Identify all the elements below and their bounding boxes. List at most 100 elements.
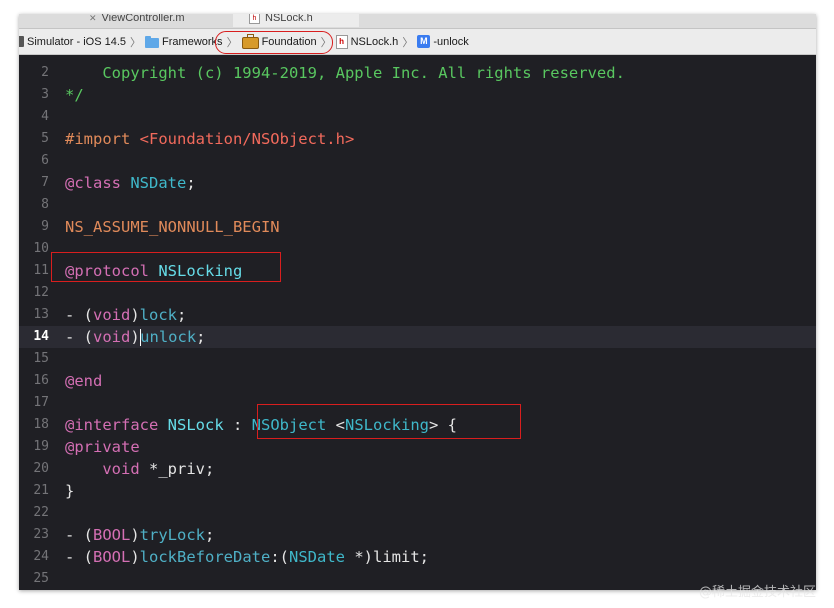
line-number: 22 <box>33 505 49 520</box>
breadcrumb-simulator[interactable]: Simulator - iOS 14.5 <box>19 32 127 52</box>
close-icon[interactable]: ✕ <box>89 14 97 24</box>
code-token: */ <box>65 86 84 104</box>
line-number: 8 <box>41 197 49 212</box>
header-file-icon: h <box>335 34 348 49</box>
code-token: NSDate <box>289 548 345 566</box>
code-line[interactable]: 24 - (BOOL)lockBeforeDate:(NSDate *)limit… <box>19 546 816 568</box>
editor-tab-bar: ✕ ViewController.m h NSLock.h <box>19 14 816 29</box>
line-number: 10 <box>33 241 49 256</box>
code-token: : <box>223 416 252 434</box>
line-number: 20 <box>33 461 49 476</box>
code-line[interactable]: 15 <box>19 348 816 370</box>
jump-bar: Simulator - iOS 14.5 〉 Frameworks 〉 Foun… <box>19 29 816 55</box>
code-token: void <box>93 306 131 324</box>
line-number: 12 <box>33 285 49 300</box>
line-number: 7 <box>41 175 49 190</box>
code-token: @protocol <box>65 262 149 280</box>
code-line[interactable]: 14 - (void)unlock; <box>19 326 816 348</box>
code-line[interactable]: 2 Copyright (c) 1994-2019, Apple Inc. Al… <box>19 62 816 84</box>
code-token: void <box>102 460 140 478</box>
code-line[interactable]: 4 <box>19 106 816 128</box>
code-token: @end <box>65 372 103 390</box>
line-number: 9 <box>41 219 49 234</box>
breadcrumb-label: Frameworks <box>162 35 223 48</box>
code-token: lock <box>139 306 177 324</box>
code-line[interactable]: 16 @end <box>19 370 816 392</box>
code-line[interactable]: 13 - (void)lock; <box>19 304 816 326</box>
code-token: :( <box>270 548 289 566</box>
code-line[interactable]: 3 */ <box>19 84 816 106</box>
source-editor[interactable]: 2 Copyright (c) 1994-2019, Apple Inc. Al… <box>19 55 816 590</box>
line-number: 5 <box>41 131 49 146</box>
code-line[interactable]: 18 @interface NSLock : NSObject <NSLockin… <box>19 414 816 436</box>
code-line[interactable]: 25 <box>19 568 816 590</box>
tab-nslock[interactable]: h NSLock.h <box>233 14 359 27</box>
code-token: tryLock <box>139 526 205 544</box>
line-number: 23 <box>33 527 49 542</box>
code-token: ) <box>130 526 140 544</box>
code-text: NS_ASSUME_NONNULL_BEGIN <box>65 216 280 238</box>
line-number: 15 <box>33 351 49 366</box>
code-token: ; <box>205 526 215 544</box>
code-text: - (void)unlock; <box>65 326 206 348</box>
line-number: 21 <box>33 483 49 498</box>
code-line[interactable]: 22 <box>19 502 816 524</box>
code-line[interactable]: 23 - (BOOL)tryLock; <box>19 524 816 546</box>
line-number: 3 <box>41 87 49 102</box>
code-token: NSLocking <box>345 416 429 434</box>
code-text: @end <box>65 370 102 392</box>
code-line[interactable]: 6 <box>19 150 816 172</box>
code-text: #import <Foundation/NSObject.h> <box>65 128 354 150</box>
breadcrumb-label: NSLock.h <box>350 35 399 48</box>
code-token: ) <box>130 328 140 346</box>
simulator-icon <box>19 36 24 47</box>
code-token: ; <box>186 174 196 192</box>
code-line[interactable]: 21} <box>19 480 816 502</box>
code-line[interactable]: 11 @protocol NSLocking <box>19 260 816 282</box>
code-text: } <box>65 480 74 502</box>
line-number: 2 <box>41 65 49 80</box>
line-number: 14 <box>33 329 49 344</box>
breadcrumb-label: Foundation <box>261 35 317 48</box>
code-token: *_priv; <box>139 460 215 478</box>
code-line[interactable]: 8 <box>19 194 816 216</box>
line-number: 17 <box>33 395 49 410</box>
code-token: - ( <box>65 526 93 544</box>
code-token: < <box>326 416 345 434</box>
breadcrumb-separator: 〉 <box>130 36 142 49</box>
breadcrumb-foundation[interactable]: Foundation <box>241 32 318 52</box>
code-text: @interface NSLock : NSObject <NSLocking>… <box>65 414 457 436</box>
breadcrumb-nslock-h[interactable]: h NSLock.h <box>335 32 400 52</box>
tab-viewcontroller[interactable]: ✕ ViewController.m <box>89 14 229 27</box>
line-number: 4 <box>41 109 49 124</box>
breadcrumb-frameworks[interactable]: Frameworks <box>144 32 224 52</box>
code-line[interactable]: 12 <box>19 282 816 304</box>
code-text: Copyright (c) 1994-2019, Apple Inc. All … <box>65 62 625 84</box>
code-line[interactable]: 5 #import <Foundation/NSObject.h> <box>19 128 816 150</box>
header-file-icon: h <box>249 14 260 24</box>
code-token: void <box>93 328 131 346</box>
breadcrumb-separator: 〉 <box>320 36 332 49</box>
code-line[interactable]: 10 <box>19 238 816 260</box>
code-token: - ( <box>65 306 93 324</box>
code-text: void *_priv; <box>65 458 214 480</box>
code-line[interactable]: 20 void *_priv; <box>19 458 816 480</box>
code-line[interactable]: 7 @class NSDate; <box>19 172 816 194</box>
code-token: NSLock <box>167 416 224 434</box>
code-token: @private <box>65 438 140 456</box>
folder-icon <box>145 35 160 48</box>
breadcrumb-label: -unlock <box>433 35 469 48</box>
code-line[interactable]: 9 NS_ASSUME_NONNULL_BEGIN <box>19 216 816 238</box>
breadcrumb-separator: 〉 <box>402 36 414 49</box>
code-line[interactable]: 17 <box>19 392 816 414</box>
method-icon: M <box>417 35 431 48</box>
code-text: - (BOOL)tryLock; <box>65 524 214 546</box>
code-token: Copyright (c) 1994-2019, Apple Inc. All … <box>65 64 625 82</box>
breadcrumb-unlock[interactable]: M -unlock <box>416 32 469 52</box>
code-text: - (void)lock; <box>65 304 186 326</box>
code-line[interactable]: 19 @private <box>19 436 816 458</box>
code-token: } <box>65 482 75 500</box>
code-token: ; <box>177 306 187 324</box>
code-token: *)limit; <box>345 548 429 566</box>
